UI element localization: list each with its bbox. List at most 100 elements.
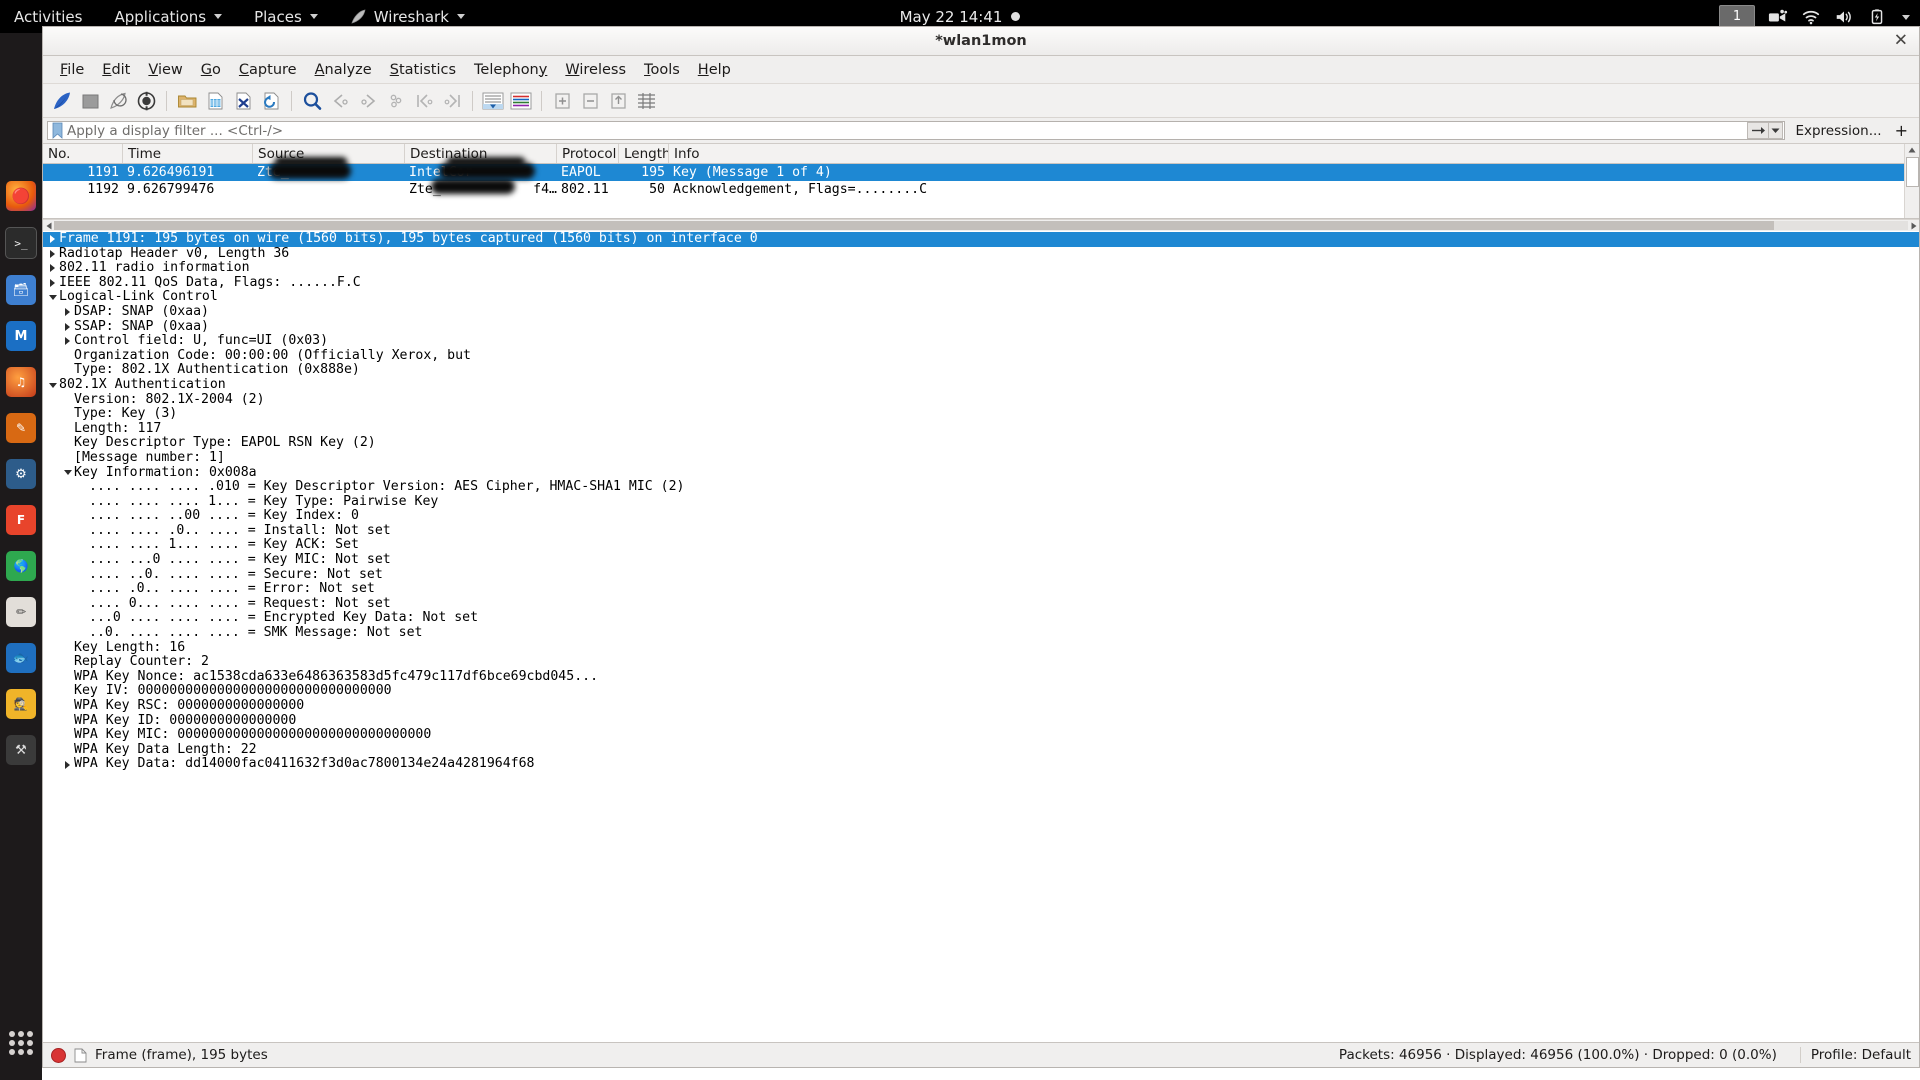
apply-filter-icon[interactable]	[1747, 122, 1770, 139]
detail-row[interactable]: Radiotap Header v0, Length 36	[43, 246, 1919, 262]
capture-status-icon[interactable]	[51, 1047, 66, 1063]
dock-browser-icon[interactable]: 🌎	[6, 551, 36, 581]
menu-file[interactable]: File	[51, 59, 93, 81]
zoom-in-icon[interactable]	[549, 88, 575, 114]
detail-row[interactable]: ..0. .... .... .... = SMK Message: Not s…	[43, 625, 1919, 641]
chevron-down-icon[interactable]	[47, 382, 58, 388]
chevron-right-icon[interactable]	[47, 235, 58, 244]
go-to-packet-icon[interactable]	[383, 88, 409, 114]
chevron-down-icon[interactable]	[62, 470, 73, 476]
zoom-out-icon[interactable]	[577, 88, 603, 114]
menu-wireless[interactable]: Wireless	[556, 59, 635, 81]
battery-charging-icon[interactable]	[1867, 8, 1887, 26]
detail-row[interactable]: Replay Counter: 2	[43, 655, 1919, 670]
table-row[interactable]: 1192 9.626799476 Zte_ f4… 802.11 50 Ackno…	[43, 181, 1919, 198]
go-first-packet-icon[interactable]	[411, 88, 437, 114]
detail-row[interactable]: Key Information: 0x008a	[43, 465, 1919, 481]
find-packet-icon[interactable]	[299, 88, 325, 114]
menu-telephony[interactable]: Telephony	[465, 59, 556, 81]
filter-history-dropdown-icon[interactable]	[1769, 122, 1784, 139]
dock-maltego-icon[interactable]: 🕵	[6, 689, 36, 719]
dock-texteditor-icon[interactable]: ✏	[6, 597, 36, 627]
detail-row[interactable]: 802.11 radio information	[43, 261, 1919, 276]
stop-capture-icon[interactable]	[77, 88, 103, 114]
scrollbar-thumb[interactable]	[54, 221, 1774, 230]
chevron-right-icon[interactable]	[62, 322, 73, 331]
column-header-no[interactable]: No.	[43, 144, 123, 163]
start-capture-icon[interactable]	[49, 88, 75, 114]
reload-file-icon[interactable]	[258, 88, 284, 114]
display-filter-input[interactable]: Apply a display filter ... <Ctrl-/>	[47, 121, 1786, 140]
packet-list-horizontal-scrollbar[interactable]	[43, 219, 1919, 231]
chevron-right-icon[interactable]	[62, 337, 73, 346]
detail-row[interactable]: WPA Key Nonce: ac1538cda633e6486363583d5…	[43, 669, 1919, 685]
detail-row[interactable]: WPA Key MIC: 000000000000000000000000000…	[43, 728, 1919, 743]
detail-row[interactable]: WPA Key Data Length: 22	[43, 742, 1919, 758]
capture-options-icon[interactable]	[133, 88, 159, 114]
filter-bookmark-icon[interactable]	[51, 122, 64, 139]
packet-details-pane[interactable]: Frame 1191: 195 bytes on wire (1560 bits…	[43, 231, 1919, 1042]
column-header-info[interactable]: Info	[669, 144, 1919, 163]
detail-row[interactable]: Logical-Link Control	[43, 290, 1919, 305]
detail-row[interactable]: Control field: U, func=UI (0x03)	[43, 334, 1919, 349]
detail-row[interactable]: Version: 802.1X-2004 (2)	[43, 392, 1919, 408]
add-filter-button[interactable]: +	[1892, 121, 1915, 140]
auto-scroll-icon[interactable]	[480, 88, 506, 114]
go-forward-icon[interactable]	[355, 88, 381, 114]
go-back-icon[interactable]	[327, 88, 353, 114]
show-applications-icon[interactable]	[6, 1028, 36, 1058]
detail-row[interactable]: [Message number: 1]	[43, 450, 1919, 466]
chevron-right-icon[interactable]	[47, 279, 58, 288]
detail-row[interactable]: Key Length: 16	[43, 640, 1919, 656]
scroll-up-icon[interactable]	[1905, 144, 1919, 156]
resize-columns-icon[interactable]	[633, 88, 659, 114]
workspace-indicator[interactable]: 1	[1719, 5, 1755, 28]
column-header-length[interactable]: Length	[619, 144, 669, 163]
dock-thunderbird-icon[interactable]: M	[6, 321, 36, 351]
detail-row[interactable]: .... .... 1... .... = Key ACK: Set	[43, 538, 1919, 553]
chevron-right-icon[interactable]	[62, 760, 73, 769]
zoom-reset-icon[interactable]	[605, 88, 631, 114]
detail-row[interactable]: Key IV: 00000000000000000000000000000000	[43, 684, 1919, 699]
dock-terminal-icon[interactable]: >_	[5, 227, 37, 259]
menu-analyze[interactable]: Analyze	[306, 59, 381, 81]
detail-row[interactable]: ...0 .... .... .... = Encrypted Key Data…	[43, 611, 1919, 626]
dock-tools-icon[interactable]: ⚒	[6, 735, 36, 765]
detail-row[interactable]: .... .... ..00 .... = Key Index: 0	[43, 509, 1919, 524]
detail-row[interactable]: .... .0.. .... .... = Error: Not set	[43, 582, 1919, 597]
detail-row[interactable]: Type: 802.1X Authentication (0x888e)	[43, 363, 1919, 378]
system-menu-chevron-icon[interactable]	[1900, 8, 1912, 26]
scroll-left-icon[interactable]	[43, 220, 54, 231]
packet-list-vertical-scrollbar[interactable]	[1904, 144, 1919, 218]
chevron-down-icon[interactable]	[47, 295, 58, 301]
dock-libreoffice-writer-icon[interactable]: ✎	[6, 413, 36, 443]
dock-wireshark-icon[interactable]: 🐟	[6, 643, 36, 673]
menu-help[interactable]: Help	[689, 59, 740, 81]
scrollbar-thumb[interactable]	[1906, 157, 1919, 187]
screencast-icon[interactable]	[1768, 8, 1788, 26]
column-header-protocol[interactable]: Protocol	[557, 144, 619, 163]
open-file-icon[interactable]	[174, 88, 200, 114]
menu-edit[interactable]: Edit	[93, 59, 139, 81]
chevron-right-icon[interactable]	[62, 308, 73, 317]
detail-row[interactable]: .... .... .... 1... = Key Type: Pairwise…	[43, 494, 1919, 510]
dock-firefox-icon[interactable]: 🔴	[6, 181, 36, 211]
detail-row[interactable]: SSAP: SNAP (0xaa)	[43, 319, 1919, 335]
close-icon[interactable]: ✕	[1894, 32, 1908, 50]
detail-row[interactable]: .... .... .0.. .... = Install: Not set	[43, 523, 1919, 539]
detail-row[interactable]: .... .... .... .010 = Key Descriptor Ver…	[43, 479, 1919, 495]
filter-expression-button[interactable]: Expression...	[1789, 123, 1887, 139]
detail-row[interactable]: WPA Key ID: 0000000000000000	[43, 713, 1919, 729]
detail-row[interactable]: Key Descriptor Type: EAPOL RSN Key (2)	[43, 436, 1919, 451]
go-last-packet-icon[interactable]	[439, 88, 465, 114]
chevron-right-icon[interactable]	[47, 264, 58, 273]
detail-row[interactable]: WPA Key RSC: 0000000000000000	[43, 698, 1919, 714]
menu-view[interactable]: View	[139, 59, 191, 81]
dock-files-icon[interactable]: 🗃	[6, 275, 36, 305]
wifi-icon[interactable]	[1801, 8, 1821, 26]
close-file-icon[interactable]	[230, 88, 256, 114]
menu-go[interactable]: Go	[192, 59, 230, 81]
detail-row[interactable]: .... ...0 .... .... = Key MIC: Not set	[43, 552, 1919, 568]
menu-statistics[interactable]: Statistics	[381, 59, 465, 81]
status-profile-label[interactable]: Profile: Default	[1799, 1047, 1911, 1063]
